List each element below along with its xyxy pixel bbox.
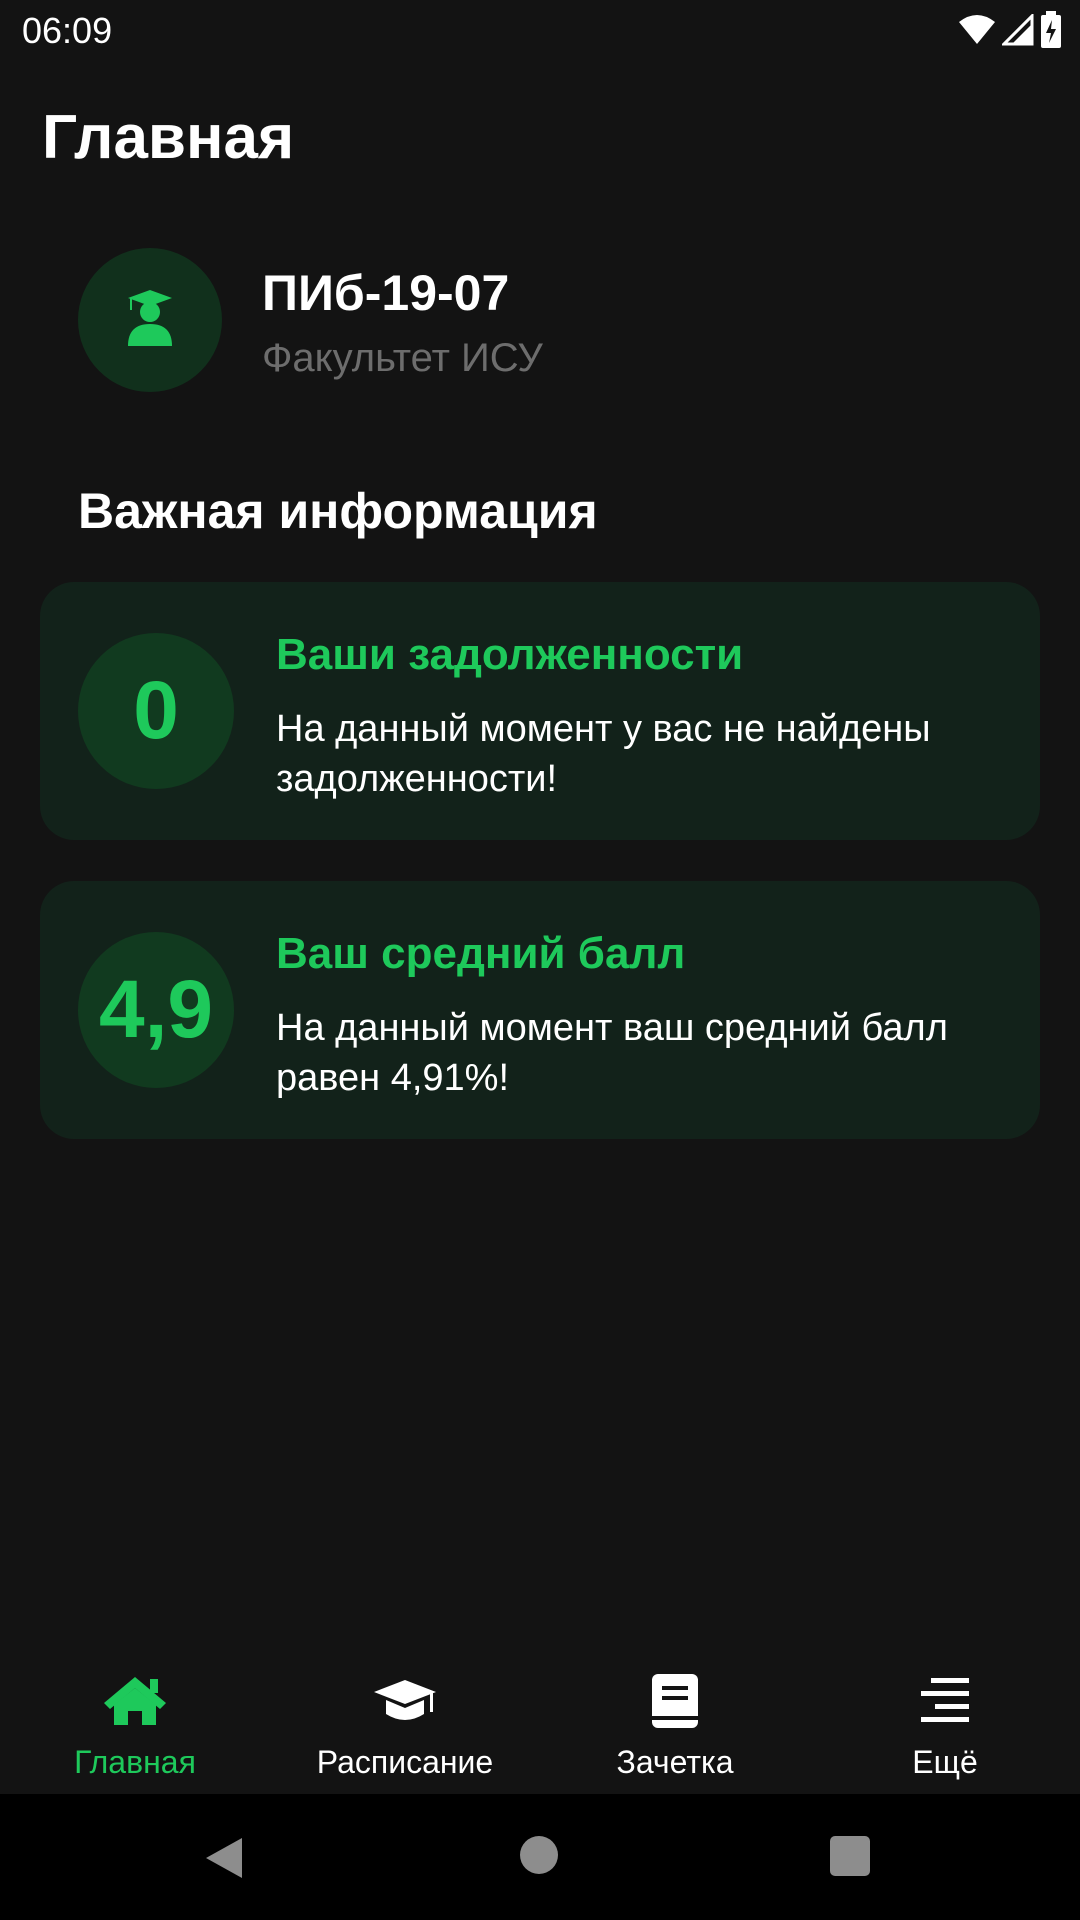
- wifi-icon: [958, 14, 996, 51]
- debts-count-badge: 0: [78, 633, 234, 789]
- profile-group: ПИб-19-07: [262, 265, 510, 321]
- recents-square-icon[interactable]: [830, 1836, 870, 1876]
- gpa-card[interactable]: 4,9 Ваш средний балл На данный момент ва…: [40, 881, 1040, 1139]
- gpa-card-text: На данный момент ваш средний балл равен …: [276, 1007, 948, 1099]
- nav-item-more[interactable]: Ещё: [810, 1654, 1080, 1794]
- menu-icon: [910, 1672, 980, 1730]
- nav-item-schedule[interactable]: Расписание: [270, 1654, 540, 1794]
- status-bar: 06:09: [0, 0, 1080, 63]
- debts-card[interactable]: 0 Ваши задолженности На данный момент у …: [40, 582, 1040, 840]
- gpa-card-title: Ваш средний балл: [276, 929, 686, 978]
- profile-faculty: Факультет ИСУ: [262, 336, 543, 380]
- debts-card-title: Ваши задолженности: [276, 630, 744, 679]
- status-time: 06:09: [22, 10, 113, 51]
- debts-card-text: На данный момент у вас не найдены задолж…: [276, 708, 931, 800]
- battery-charging-icon: [1040, 10, 1062, 54]
- status-icons: [958, 10, 1062, 54]
- nav-label-gradebook: Зачетка: [616, 1744, 734, 1780]
- profile-avatar: [78, 248, 222, 392]
- page-title: Главная: [42, 103, 295, 172]
- nav-label-more: Ещё: [912, 1744, 978, 1780]
- home-circle-icon[interactable]: [520, 1836, 558, 1874]
- nav-item-gradebook[interactable]: Зачетка: [540, 1654, 810, 1794]
- nav-item-home[interactable]: Главная: [0, 1654, 270, 1794]
- home-icon: [100, 1672, 170, 1730]
- book-icon: [640, 1672, 710, 1730]
- nav-label-home: Главная: [74, 1744, 196, 1780]
- gpa-badge: 4,9: [78, 932, 234, 1088]
- nav-label-schedule: Расписание: [316, 1744, 494, 1780]
- graduate-icon: [125, 289, 175, 351]
- system-nav-bar: [0, 1794, 1080, 1920]
- screen: 06:09 Главная ПИб-19-07 Факультет ИСУ Ва…: [0, 0, 1080, 1920]
- graduation-cap-icon: [370, 1672, 440, 1730]
- bottom-nav: Главная Расписание Зачетка Ещё: [0, 1654, 1080, 1794]
- section-title: Важная информация: [78, 483, 598, 539]
- signal-icon: [1000, 11, 1034, 51]
- back-icon[interactable]: [204, 1836, 244, 1885]
